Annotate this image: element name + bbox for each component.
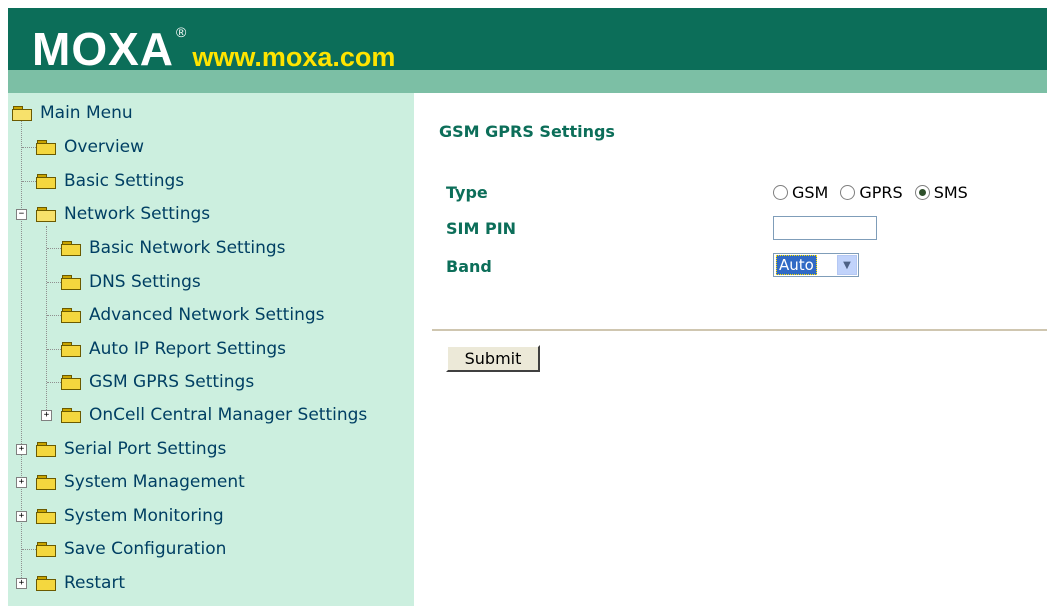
tree-line [22,147,36,148]
folder-icon [61,375,81,390]
header-banner: MOXA ® www.moxa.com [0,0,1047,93]
collapse-toggle[interactable]: − [16,209,27,220]
logo-text: MOXA [32,23,174,75]
folder-icon [36,442,56,457]
radio-gsm[interactable] [773,185,788,200]
folder-open-icon [36,207,56,222]
radio-label-gsm: GSM [792,183,829,202]
sidebar-item-label: Basic Settings [64,171,185,191]
radio-sms[interactable] [914,185,930,200]
sidebar-item-label: Auto IP Report Settings [89,339,287,359]
expand-toggle[interactable]: + [16,578,27,589]
divider [432,329,1047,331]
band-select[interactable]: Auto ▼ [773,253,859,277]
sidebar-item-label: Main Menu [40,103,133,123]
sidebar-item-basic-settings[interactable]: Basic Settings [36,169,184,193]
radio-option-gsm[interactable]: GSM [773,183,828,202]
expand-toggle[interactable]: + [41,410,52,421]
tree-line [47,382,61,383]
sidebar-item-oncell-central-manager-settings[interactable]: OnCell Central Manager Settings [61,403,367,427]
sidebar-item-label: OnCell Central Manager Settings [89,405,368,425]
folder-icon [61,342,81,357]
chevron-down-icon[interactable]: ▼ [837,255,857,275]
radio-option-sms[interactable]: SMS [914,183,968,202]
sidebar-item-basic-network-settings[interactable]: Basic Network Settings [61,236,286,260]
sidebar-item-label: DNS Settings [89,272,201,292]
sidebar-item-label: GSM GPRS Settings [89,372,255,392]
radio-label-gprs: GPRS [859,183,903,202]
sidebar-item-save-configuration[interactable]: Save Configuration [36,537,226,561]
sidebar-item-gsm-gprs-settings[interactable]: GSM GPRS Settings [61,370,254,394]
sim-pin-input[interactable] [773,216,877,240]
folder-icon [36,140,56,155]
folder-icon [61,275,81,290]
band-label: Band [446,257,492,276]
sidebar-item-advanced-network-settings[interactable]: Advanced Network Settings [61,303,325,327]
sidebar-item-label: Network Settings [64,204,211,224]
folder-icon [36,576,56,591]
sidebar-item-overview[interactable]: Overview [36,135,144,159]
type-radio-group: GSM GPRS SMS [773,183,980,202]
sidebar-item-label: System Monitoring [64,506,224,526]
sim-pin-label: SIM PIN [446,219,517,238]
folder-icon [61,308,81,323]
folder-icon [61,241,81,256]
band-select-value: Auto [776,255,817,275]
tree-line [47,349,61,350]
tree-line [22,181,36,182]
sidebar-item-label: Advanced Network Settings [89,305,325,325]
sidebar-item-label: Overview [64,137,145,157]
folder-icon [36,174,56,189]
page-title: GSM GPRS Settings [439,122,615,141]
sidebar-item-label: Basic Network Settings [89,238,286,258]
sidebar-item-label: System Management [64,472,245,492]
expand-toggle[interactable]: + [16,444,27,455]
tree-line [47,315,61,316]
sidebar-item-label: Serial Port Settings [64,439,227,459]
folder-icon [61,408,81,423]
sidebar-item-network-settings[interactable]: Network Settings [36,202,210,226]
folder-icon [36,509,56,524]
folder-icon [36,542,56,557]
moxa-logo: MOXA ® www.moxa.com [32,22,395,72]
sidebar-item-system-management[interactable]: System Management [36,470,245,494]
tree-line [47,248,61,249]
sidebar-item-label: Restart [64,573,126,593]
expand-toggle[interactable]: + [16,511,27,522]
expand-toggle[interactable]: + [16,477,27,488]
sidebar-item-label: Save Configuration [64,539,227,559]
registered-mark: ® [176,24,187,40]
main-content: GSM GPRS Settings Type GSM GPRS SMS SIM … [414,93,1047,606]
sidebar-item-main-menu[interactable]: Main Menu [12,101,133,125]
sidebar-item-serial-port-settings[interactable]: Serial Port Settings [36,437,226,461]
folder-icon [36,475,56,490]
sidebar-item-auto-ip-report-settings[interactable]: Auto IP Report Settings [61,337,286,361]
submit-button[interactable]: Submit [446,345,540,372]
header-url: www.moxa.com [192,42,396,72]
folder-open-icon [12,106,32,121]
tree-line [22,549,36,550]
sidebar-item-system-monitoring[interactable]: System Monitoring [36,504,224,528]
radio-label-sms: SMS [933,183,968,202]
sidebar-item-dns-settings[interactable]: DNS Settings [61,270,201,294]
radio-option-gprs[interactable]: GPRS [840,183,903,202]
sidebar-item-restart[interactable]: Restart [36,571,125,595]
type-label: Type [446,183,488,202]
sidebar-menu: Main Menu Overview Basic Settings − Netw… [8,93,414,606]
tree-line [47,282,61,283]
radio-gprs[interactable] [840,185,856,200]
